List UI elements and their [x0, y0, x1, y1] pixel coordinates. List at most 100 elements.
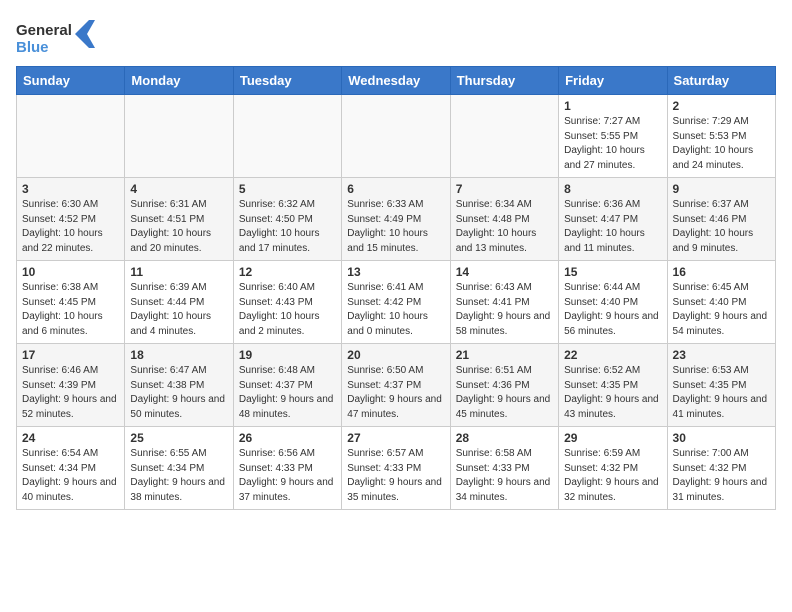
calendar-cell: 20 Sunrise: 6:50 AM Sunset: 4:37 PM Dayli… [342, 344, 450, 427]
day-number: 15 [564, 265, 661, 279]
day-info: Sunrise: 6:53 AM Sunset: 4:35 PM Dayligh… [673, 364, 770, 422]
day-number: 12 [239, 265, 336, 279]
day-number: 11 [130, 265, 227, 279]
calendar-cell: 11 Sunrise: 6:39 AM Sunset: 4:44 PM Dayli… [125, 261, 233, 344]
calendar-cell: 16Sunrise: 6:45 AM Sunset: 4:40 PM Dayli… [667, 261, 775, 344]
day-info: Sunrise: 6:36 AM Sunset: 4:47 PM Dayligh… [564, 198, 661, 256]
day-number: 14 [456, 265, 553, 279]
day-number: 2 [673, 99, 770, 113]
day-info: Sunrise: 7:00 AM Sunset: 4:32 PM Dayligh… [673, 447, 770, 505]
day-info: Sunrise: 6:39 AM Sunset: 4:44 PM Dayligh… [130, 281, 227, 339]
day-number: 28 [456, 431, 553, 445]
day-info: Sunrise: 6:30 AM Sunset: 4:52 PM Dayligh… [22, 198, 119, 256]
day-info: Sunrise: 6:34 AM Sunset: 4:48 PM Dayligh… [456, 198, 553, 256]
calendar-cell: 29 Sunrise: 6:59 AM Sunset: 4:32 PM Dayli… [559, 427, 667, 510]
day-info: Sunrise: 6:33 AM Sunset: 4:49 PM Dayligh… [347, 198, 444, 256]
weekday-header-tuesday: Tuesday [233, 67, 341, 95]
calendar-table: SundayMondayTuesdayWednesdayThursdayFrid… [16, 66, 776, 510]
day-info: Sunrise: 6:51 AM Sunset: 4:36 PM Dayligh… [456, 364, 553, 422]
logo: General Blue [16, 20, 103, 58]
calendar-cell: 2 Sunrise: 7:29 AM Sunset: 5:53 PM Daylig… [667, 95, 775, 178]
calendar-cell [233, 95, 341, 178]
calendar-cell [450, 95, 558, 178]
calendar-cell: 18 Sunrise: 6:47 AM Sunset: 4:38 PM Dayli… [125, 344, 233, 427]
calendar-cell: 6Sunrise: 6:33 AM Sunset: 4:49 PM Daylig… [342, 178, 450, 261]
calendar-header-row: SundayMondayTuesdayWednesdayThursdayFrid… [17, 67, 776, 95]
day-info: Sunrise: 7:29 AM Sunset: 5:53 PM Dayligh… [673, 115, 770, 173]
calendar-cell: 28 Sunrise: 6:58 AM Sunset: 4:33 PM Dayli… [450, 427, 558, 510]
calendar-cell: 5Sunrise: 6:32 AM Sunset: 4:50 PM Daylig… [233, 178, 341, 261]
day-number: 22 [564, 348, 661, 362]
weekday-header-monday: Monday [125, 67, 233, 95]
weekday-header-thursday: Thursday [450, 67, 558, 95]
weekday-header-sunday: Sunday [17, 67, 125, 95]
calendar-week-row: 1 Sunrise: 7:27 AM Sunset: 5:55 PM Daylig… [17, 95, 776, 178]
calendar-cell: 3 Sunrise: 6:30 AM Sunset: 4:52 PM Daylig… [17, 178, 125, 261]
day-info: Sunrise: 6:38 AM Sunset: 4:45 PM Dayligh… [22, 281, 119, 339]
day-number: 24 [22, 431, 119, 445]
calendar-cell: 24Sunrise: 6:54 AM Sunset: 4:34 PM Dayli… [17, 427, 125, 510]
day-number: 17 [22, 348, 119, 362]
logo-blue: Blue [16, 39, 72, 56]
calendar-cell: 22 Sunrise: 6:52 AM Sunset: 4:35 PM Dayli… [559, 344, 667, 427]
day-info: Sunrise: 6:55 AM Sunset: 4:34 PM Dayligh… [130, 447, 227, 505]
calendar-cell: 27Sunrise: 6:57 AM Sunset: 4:33 PM Dayli… [342, 427, 450, 510]
day-number: 4 [130, 182, 227, 196]
day-number: 23 [673, 348, 770, 362]
day-info: Sunrise: 6:48 AM Sunset: 4:37 PM Dayligh… [239, 364, 336, 422]
weekday-header-saturday: Saturday [667, 67, 775, 95]
day-info: Sunrise: 6:37 AM Sunset: 4:46 PM Dayligh… [673, 198, 770, 256]
day-number: 1 [564, 99, 661, 113]
day-number: 8 [564, 182, 661, 196]
day-number: 26 [239, 431, 336, 445]
day-info: Sunrise: 6:52 AM Sunset: 4:35 PM Dayligh… [564, 364, 661, 422]
calendar-cell: 1 Sunrise: 7:27 AM Sunset: 5:55 PM Daylig… [559, 95, 667, 178]
calendar-cell [125, 95, 233, 178]
calendar-cell: 8 Sunrise: 6:36 AM Sunset: 4:47 PM Daylig… [559, 178, 667, 261]
day-info: Sunrise: 6:31 AM Sunset: 4:51 PM Dayligh… [130, 198, 227, 256]
day-info: Sunrise: 6:41 AM Sunset: 4:42 PM Dayligh… [347, 281, 444, 339]
calendar-cell: 23 Sunrise: 6:53 AM Sunset: 4:35 PM Dayli… [667, 344, 775, 427]
calendar-cell [342, 95, 450, 178]
calendar-cell: 4 Sunrise: 6:31 AM Sunset: 4:51 PM Daylig… [125, 178, 233, 261]
calendar-cell: 19 Sunrise: 6:48 AM Sunset: 4:37 PM Dayli… [233, 344, 341, 427]
weekday-header-wednesday: Wednesday [342, 67, 450, 95]
calendar-cell: 30Sunrise: 7:00 AM Sunset: 4:32 PM Dayli… [667, 427, 775, 510]
day-number: 19 [239, 348, 336, 362]
calendar-cell: 15 Sunrise: 6:44 AM Sunset: 4:40 PM Dayli… [559, 261, 667, 344]
day-number: 20 [347, 348, 444, 362]
day-info: Sunrise: 6:50 AM Sunset: 4:37 PM Dayligh… [347, 364, 444, 422]
day-info: Sunrise: 6:56 AM Sunset: 4:33 PM Dayligh… [239, 447, 336, 505]
day-number: 16 [673, 265, 770, 279]
weekday-header-friday: Friday [559, 67, 667, 95]
calendar-cell: 9 Sunrise: 6:37 AM Sunset: 4:46 PM Daylig… [667, 178, 775, 261]
day-info: Sunrise: 6:58 AM Sunset: 4:33 PM Dayligh… [456, 447, 553, 505]
day-number: 29 [564, 431, 661, 445]
calendar-cell: 12 Sunrise: 6:40 AM Sunset: 4:43 PM Dayli… [233, 261, 341, 344]
calendar-week-row: 17 Sunrise: 6:46 AM Sunset: 4:39 PM Dayli… [17, 344, 776, 427]
day-info: Sunrise: 6:32 AM Sunset: 4:50 PM Dayligh… [239, 198, 336, 256]
calendar-cell: 7 Sunrise: 6:34 AM Sunset: 4:48 PM Daylig… [450, 178, 558, 261]
day-info: Sunrise: 7:27 AM Sunset: 5:55 PM Dayligh… [564, 115, 661, 173]
day-number: 27 [347, 431, 444, 445]
logo-arrow-icon [75, 20, 103, 48]
day-number: 13 [347, 265, 444, 279]
day-number: 7 [456, 182, 553, 196]
calendar-week-row: 3 Sunrise: 6:30 AM Sunset: 4:52 PM Daylig… [17, 178, 776, 261]
calendar-week-row: 24Sunrise: 6:54 AM Sunset: 4:34 PM Dayli… [17, 427, 776, 510]
day-info: Sunrise: 6:44 AM Sunset: 4:40 PM Dayligh… [564, 281, 661, 339]
day-number: 10 [22, 265, 119, 279]
day-number: 3 [22, 182, 119, 196]
page-header: General Blue [16, 16, 776, 58]
day-number: 18 [130, 348, 227, 362]
day-number: 9 [673, 182, 770, 196]
day-number: 21 [456, 348, 553, 362]
day-info: Sunrise: 6:47 AM Sunset: 4:38 PM Dayligh… [130, 364, 227, 422]
calendar-cell: 10 Sunrise: 6:38 AM Sunset: 4:45 PM Dayli… [17, 261, 125, 344]
day-info: Sunrise: 6:40 AM Sunset: 4:43 PM Dayligh… [239, 281, 336, 339]
logo-general: General [16, 22, 72, 39]
calendar-cell: 17 Sunrise: 6:46 AM Sunset: 4:39 PM Dayli… [17, 344, 125, 427]
day-info: Sunrise: 6:59 AM Sunset: 4:32 PM Dayligh… [564, 447, 661, 505]
day-info: Sunrise: 6:43 AM Sunset: 4:41 PM Dayligh… [456, 281, 553, 339]
day-info: Sunrise: 6:46 AM Sunset: 4:39 PM Dayligh… [22, 364, 119, 422]
